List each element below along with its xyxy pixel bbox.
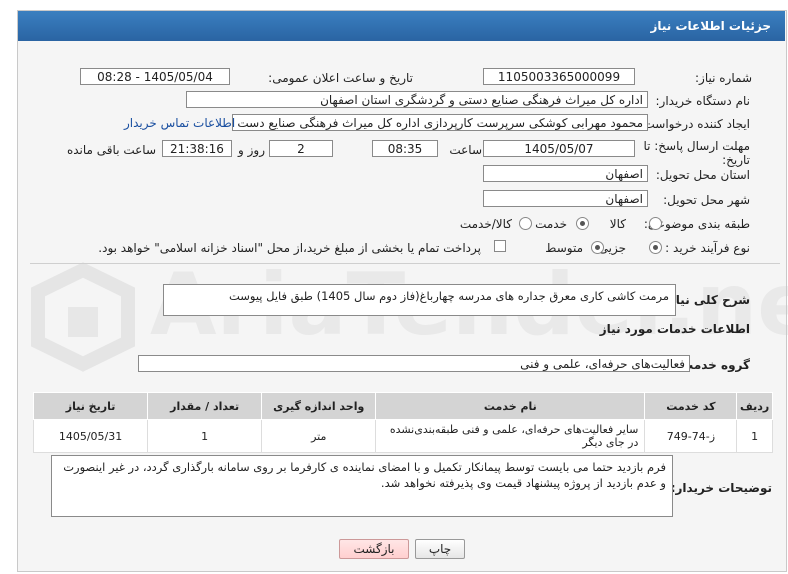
buyer-contact-link[interactable]: اطلاعات تماس خریدار	[124, 116, 235, 130]
remaining-time-field: 21:38:16	[162, 140, 232, 157]
deadline-date-field: 1405/05/07	[483, 140, 635, 157]
cell-qty: 1	[147, 419, 263, 453]
back-button[interactable]: بازگشت	[339, 539, 409, 559]
days-field: 2	[269, 140, 333, 157]
watermark-logo-icon	[31, 262, 135, 372]
buyer-notes-label: توضیحات خریدار:	[670, 481, 772, 495]
panel-header: جزئیات اطلاعات نیاز	[18, 11, 785, 41]
deadline-label: مهلت ارسال پاسخ: تا	[643, 139, 750, 153]
cell-row: 1	[736, 419, 773, 453]
services-table: ردیف کد خدمت نام خدمت واحد اندازه گیری ت…	[32, 392, 773, 453]
col-code-header: کد خدمت	[644, 392, 738, 420]
remaining-label: ساعت باقی مانده	[66, 143, 156, 157]
need-number-label: شماره نیاز:	[695, 71, 752, 85]
category-both-label: کالا/خدمت	[459, 217, 512, 231]
buyer-org-field: اداره کل میراث فرهنگی صنایع دستی و گردشگ…	[186, 91, 648, 108]
province-label: استان محل تحویل:	[655, 168, 750, 182]
category-goods-radio[interactable]	[649, 217, 662, 230]
cell-code: ز-74-749	[644, 419, 738, 453]
table-row: 1 ز-74-749 سایر فعالیت‌های حرفه‌ای، علمی…	[32, 419, 773, 453]
col-date-header: تاریخ نیاز	[32, 392, 149, 420]
cell-unit: متر	[261, 419, 377, 453]
category-service-label: خدمت	[535, 217, 567, 231]
service-group-field: فعالیت‌های حرفه‌ای، علمی و فنی	[138, 355, 690, 372]
print-button[interactable]: چاپ	[415, 539, 465, 559]
deadline-time-field: 08:35	[372, 140, 438, 157]
panel-title: جزئیات اطلاعات نیاز	[650, 19, 771, 33]
col-qty-header: تعداد / مقدار	[147, 392, 263, 420]
province-field: اصفهان	[483, 165, 648, 182]
cell-date: 1405/05/31	[32, 419, 149, 453]
process-medium-radio[interactable]	[591, 241, 604, 254]
buyer-org-label: نام دستگاه خریدار:	[655, 94, 751, 108]
announce-label: تاریخ و ساعت اعلان عمومی:	[268, 71, 413, 85]
announce-field: 1405/05/04 - 08:28	[80, 68, 230, 85]
cell-name: سایر فعالیت‌های حرفه‌ای، علمی و فنی طبقه…	[375, 419, 646, 453]
requester-field: محمود مهرابی کوشکی سرپرست کارپردازی ادار…	[232, 114, 648, 131]
days-label: روز و	[238, 143, 265, 157]
category-service-radio[interactable]	[576, 217, 589, 230]
services-section-title: اطلاعات خدمات مورد نیاز	[599, 322, 750, 336]
city-field: اصفهان	[483, 190, 648, 207]
treasury-checkbox[interactable]	[494, 240, 506, 252]
need-number-field: 1105003365000099	[483, 68, 635, 85]
process-minor-radio[interactable]	[649, 241, 662, 254]
col-row-header: ردیف	[736, 392, 773, 420]
description-field: مرمت کاشی کاری معرق جداره های مدرسه چهار…	[163, 284, 676, 316]
process-medium-label: متوسط	[545, 241, 583, 255]
table-header-row: ردیف کد خدمت نام خدمت واحد اندازه گیری ت…	[32, 392, 773, 420]
col-name-header: نام خدمت	[375, 392, 646, 420]
col-unit-header: واحد اندازه گیری	[261, 392, 377, 420]
deadline-label-date: تاریخ:	[722, 153, 750, 167]
process-label: نوع فرآیند خرید :	[665, 241, 750, 255]
city-label: شهر محل تحویل:	[663, 193, 750, 207]
requester-label: ایجاد کننده درخواست:	[639, 117, 750, 131]
divider	[30, 263, 780, 264]
description-label: شرح کلی نیاز:	[664, 293, 750, 307]
payment-note: پرداخت تمام یا بخشی از مبلغ خرید،از محل …	[98, 241, 481, 255]
category-both-radio[interactable]	[519, 217, 532, 230]
category-goods-label: کالا	[609, 217, 626, 231]
buyer-notes-field: فرم بازدید حتما می بایست توسط پیمانکار ت…	[51, 455, 673, 517]
deadline-time-label: ساعت	[449, 143, 482, 157]
